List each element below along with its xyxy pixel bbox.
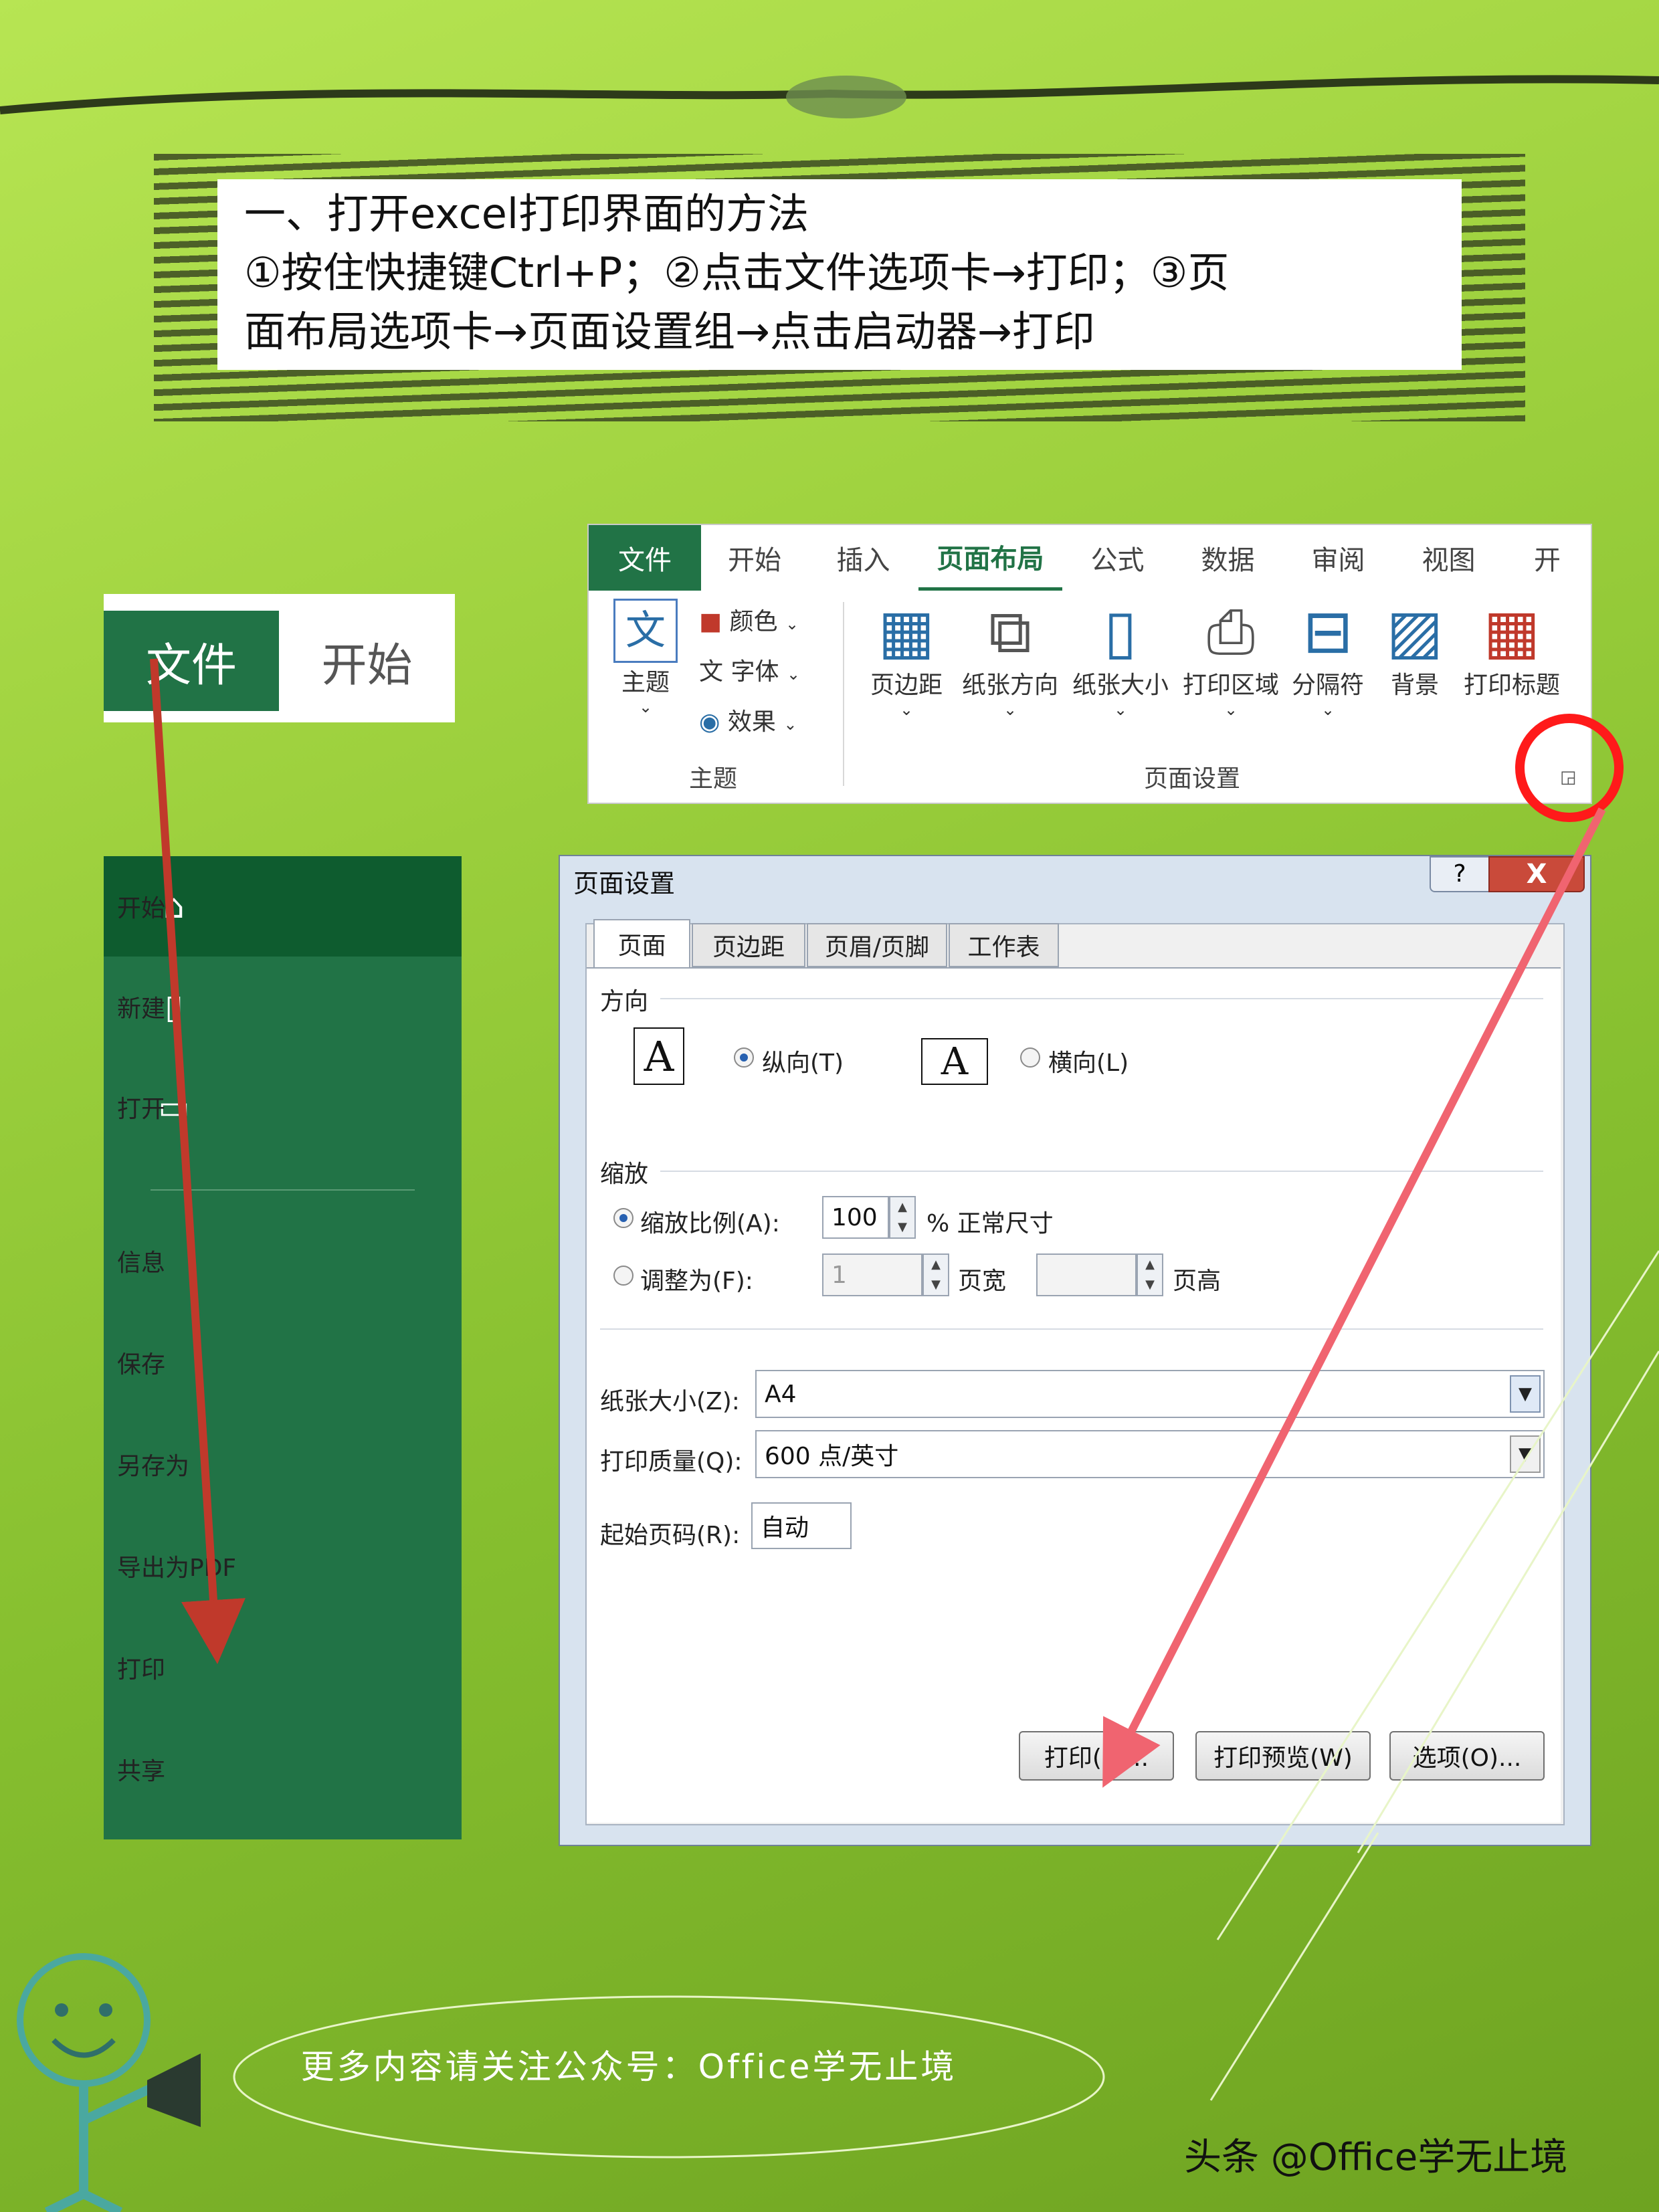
- footer-promo-text: 更多内容请关注公众号：Office学无止境: [300, 2047, 957, 2086]
- watermark: 头条 @Office学无止境: [1184, 2136, 1568, 2179]
- top-brush-knot: [786, 76, 906, 118]
- backstage-arrow: [150, 658, 246, 1664]
- decor-line: [1216, 1250, 1659, 1940]
- annotation-overlay: [0, 75, 1659, 2212]
- decor-line: [1209, 1832, 1379, 2101]
- launcher-arrow: [1102, 807, 1606, 1788]
- decor-line: [1357, 1350, 1659, 1853]
- dialog-launcher-highlight: [1515, 714, 1624, 822]
